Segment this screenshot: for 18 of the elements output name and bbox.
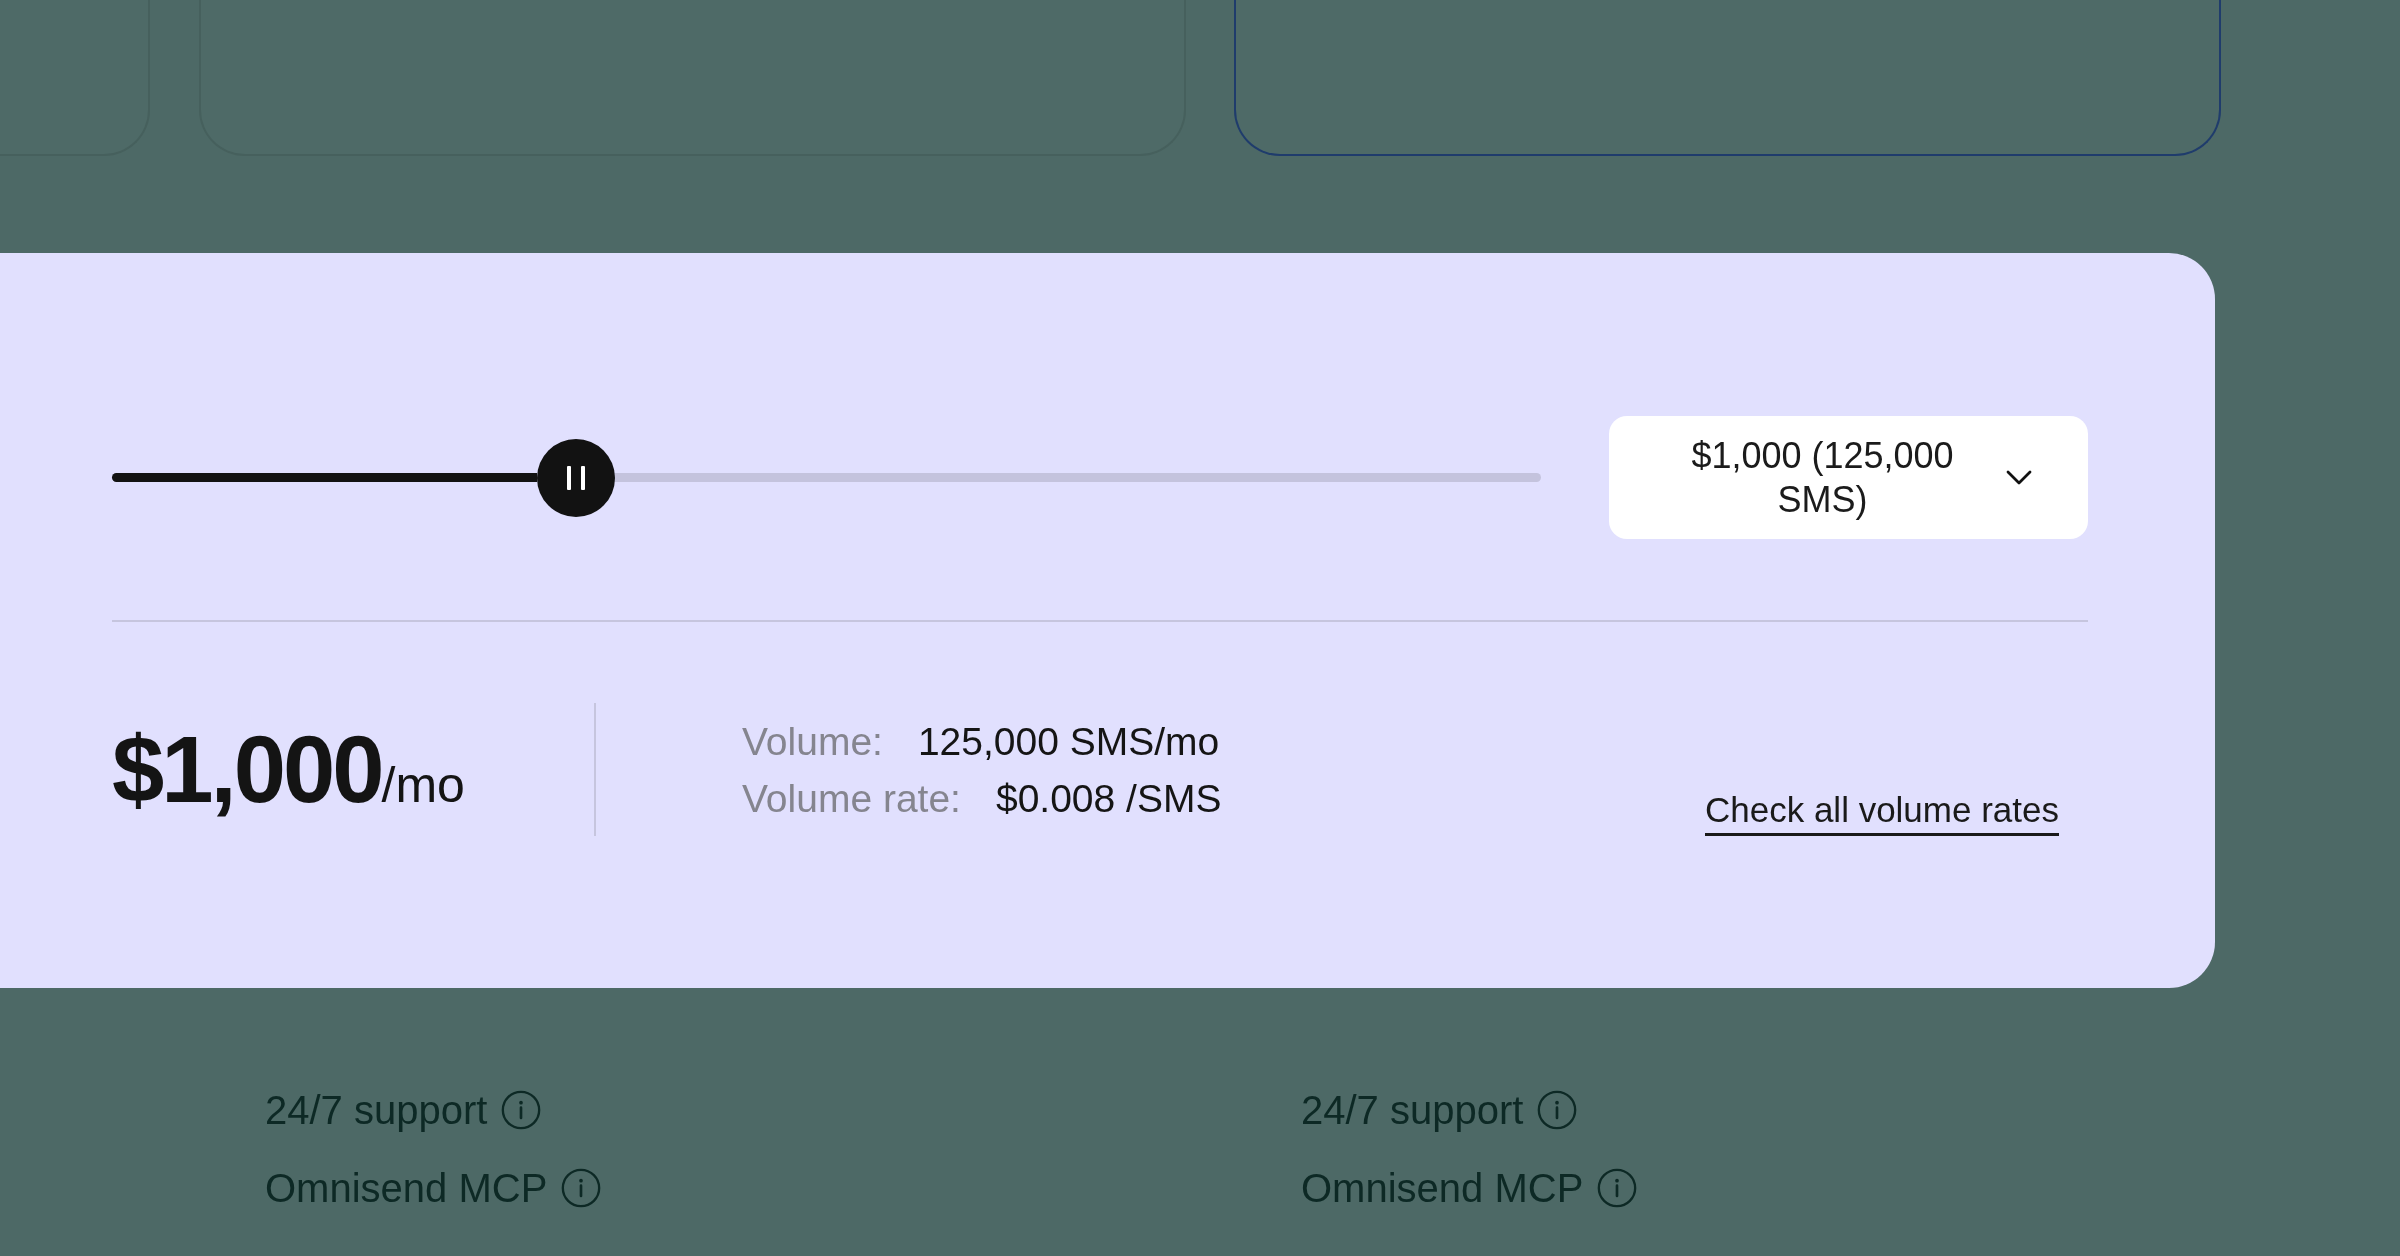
- volume-rates-link[interactable]: Check all volume rates: [1704, 790, 2059, 836]
- detail-value: $0.008 /SMS: [995, 775, 1222, 822]
- chevron-down-icon: [2006, 470, 2032, 485]
- info-icon: [501, 1090, 542, 1130]
- feature-label: 24/7 support: [265, 1087, 488, 1134]
- plan-card[interactable]: [1234, 0, 2221, 156]
- feature-label: Omnisend MCP: [265, 1165, 548, 1212]
- price-period: /mo: [381, 759, 465, 810]
- detail-value: 125,000 SMS/mo: [917, 718, 1220, 765]
- price-amount: $1,000: [112, 722, 382, 817]
- info-icon: [561, 1168, 602, 1208]
- info-icon: [1597, 1168, 1638, 1208]
- info-icon: [1537, 1090, 1578, 1130]
- feature-label: Omnisend MCP: [1301, 1165, 1584, 1212]
- detail-label: Volume:: [742, 718, 883, 765]
- volume-dropdown[interactable]: $1,000 (125,000 SMS): [1609, 416, 2088, 539]
- feature-label: 24/7 support: [1301, 1087, 1524, 1134]
- detail-label: Volume rate:: [742, 775, 961, 822]
